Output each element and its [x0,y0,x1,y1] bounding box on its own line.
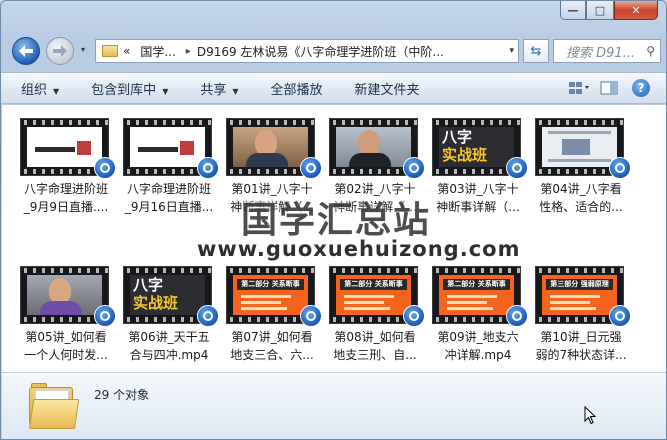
forward-button[interactable] [46,37,74,65]
folder-icon [102,45,118,57]
video-file-item[interactable]: 八字 实战班 第06讲_天干五 合与四冲.mp4 [121,266,223,384]
folder-icon [29,383,80,429]
mouse-cursor-icon [584,406,596,425]
media-player-icon [197,305,219,327]
preview-pane-button[interactable] [600,80,622,96]
search-placeholder: 搜索 D91... [566,45,636,61]
search-input[interactable]: 搜索 D91... ⚲ [553,39,661,63]
organize-menu[interactable]: 组织 ▼ [21,79,59,98]
search-icon: ⚲ [646,44,655,58]
media-player-icon [300,157,322,179]
breadcrumb-separator[interactable]: ▸ [186,46,191,57]
file-name-label: 第08讲_如何看 地支三刑、自... [333,330,417,362]
new-folder-button[interactable]: 新建文件夹 [355,79,420,98]
video-file-item[interactable]: 第二部分 关系断事 第07讲_如何看 地支三合、六... [224,266,326,384]
caption-buttons: — □ ✕ [560,1,658,20]
watermark-url: www.guoxuehuizong.com [197,237,521,261]
navigation-bar: ▾ « 国学... ▸ D9169 左林说易《八字命理学进阶班（中阶... ▾ … [1,31,666,71]
address-bar[interactable]: « 国学... ▸ D9169 左林说易《八字命理学进阶班（中阶... ▾ [95,39,519,63]
play-all-button[interactable]: 全部播放 [271,79,323,98]
media-player-icon [609,305,631,327]
media-player-icon [609,157,631,179]
arrow-left-icon [19,45,33,57]
chevron-down-icon: ▼ [162,86,169,96]
maximize-button[interactable]: □ [586,1,614,20]
address-overflow[interactable]: « [123,44,130,58]
media-player-icon [506,305,528,327]
media-player-icon [197,157,219,179]
video-file-item[interactable]: 第04讲_八字看 性格、适合的... [533,118,635,236]
file-name-label: 第06讲_天干五 合与四冲.mp4 [128,330,210,362]
file-name-label: 八字命理进阶班 _9月16日直播... [124,182,214,214]
file-name-label: 第03讲_八字十 神断事详解（... [436,182,520,214]
media-player-icon [403,305,425,327]
media-player-icon [94,157,116,179]
change-view-button[interactable] [568,80,590,96]
video-file-item[interactable]: 八字 实战班 第03讲_八字十 神断事详解（... [430,118,532,236]
media-player-icon [506,157,528,179]
breadcrumb-item[interactable]: D9169 左林说易《八字命理学进阶班（中阶... [197,43,444,60]
minimize-button[interactable]: — [560,1,586,20]
view-icon [569,82,589,94]
video-file-item[interactable]: 第二部分 关系断事 第08讲_如何看 地支三刑、自... [327,266,429,384]
help-button[interactable]: ? [632,79,650,97]
address-dropdown-icon[interactable]: ▾ [509,46,514,56]
arrow-right-icon [53,45,67,57]
video-file-item[interactable]: 八字命理进阶班 _9月9日直播.... [18,118,120,236]
video-file-item[interactable]: 八字命理进阶班 _9月16日直播... [121,118,223,236]
video-file-item[interactable]: 第三部分 强弱原理 第10讲_日元强 弱的7种状态详... [533,266,635,384]
file-name-label: 第10讲_日元强 弱的7种状态详... [535,330,627,362]
media-player-icon [300,305,322,327]
command-bar: 组织 ▼ 包含到库中 ▼ 共享 ▼ 全部播放 新建文件夹 ? [1,72,666,104]
back-button[interactable] [12,37,40,65]
file-name-label: 第05讲_如何看 一个人何时发... [24,330,108,362]
file-name-label: 第04讲_八字看 性格、适合的... [539,182,623,214]
chevron-down-icon: ▼ [232,86,239,96]
file-name-label: 第09讲_地支六 冲详解.mp4 [437,330,519,362]
close-button[interactable]: ✕ [614,1,658,20]
file-name-label: 第07讲_如何看 地支三合、六... [230,330,314,362]
file-name-label: 八字命理进阶班 _9月9日直播.... [23,182,109,214]
video-file-item[interactable]: 第05讲_如何看 一个人何时发... [18,266,120,384]
include-in-library-menu[interactable]: 包含到库中 ▼ [91,79,168,98]
refresh-icon: ⇆ [530,43,542,59]
media-player-icon [94,305,116,327]
history-dropdown[interactable]: ▾ [81,45,85,54]
preview-pane-icon [600,81,618,95]
chevron-down-icon: ▼ [53,86,60,96]
video-file-item[interactable]: 第二部分 关系断事 第09讲_地支六 冲详解.mp4 [430,266,532,384]
media-player-icon [403,157,425,179]
watermark-title: 国学汇总站 [241,200,432,241]
view-controls: ? [568,73,666,103]
item-count: 29 个对象 [94,388,150,402]
breadcrumb-item[interactable]: 国学... [140,43,175,60]
help-icon: ? [637,81,645,95]
share-menu[interactable]: 共享 ▼ [200,79,238,98]
refresh-button[interactable]: ⇆ [523,39,549,63]
explorer-window: — □ ✕ ▾ « 国学... ▸ D9169 左林说易《八字命理学进阶班（中阶… [0,0,667,440]
details-pane: 29 个对象 [2,372,666,439]
